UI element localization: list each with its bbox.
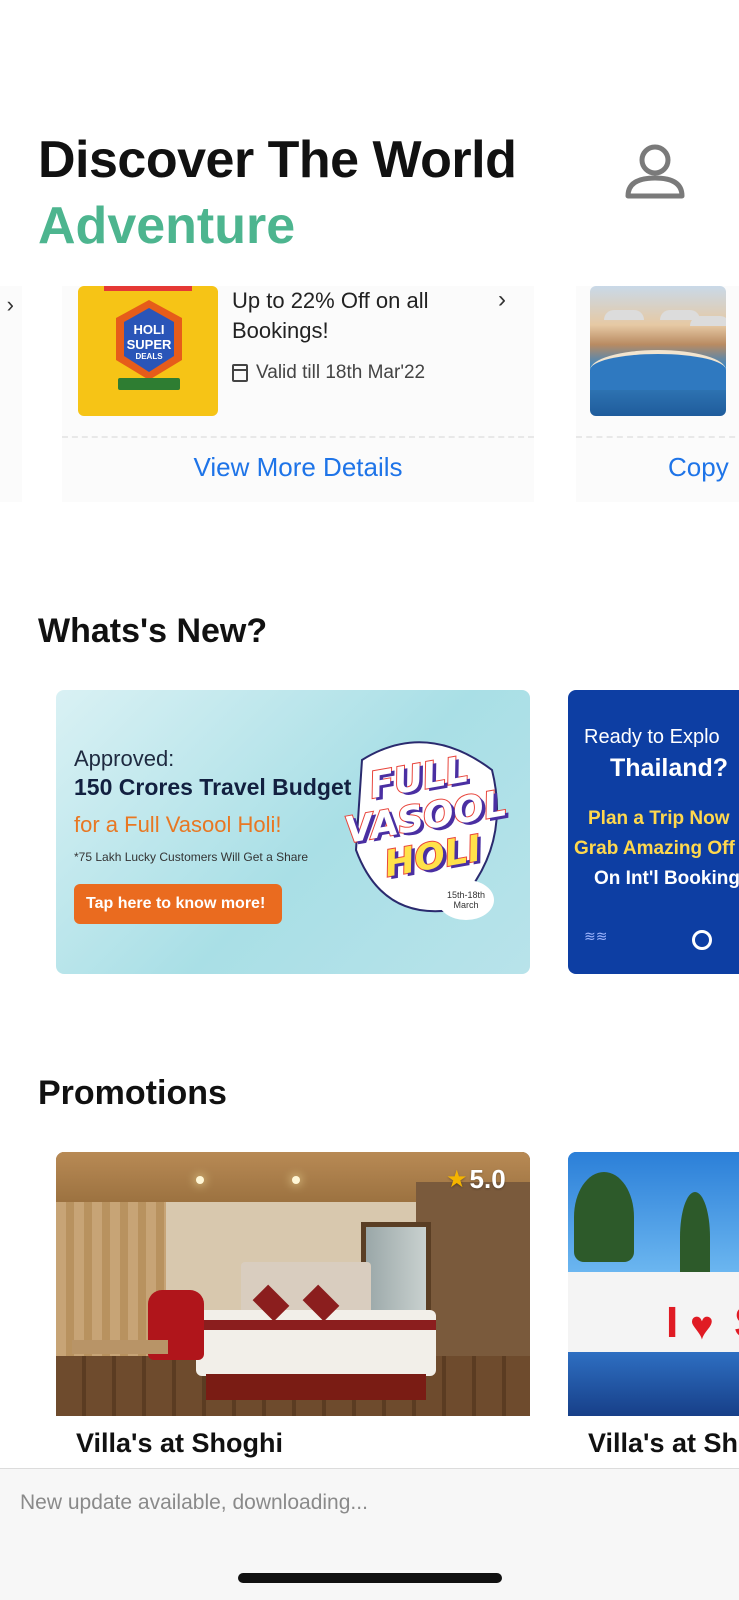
- know-more-button[interactable]: Tap here to know more!: [74, 884, 282, 924]
- promotion-title: Villa's at Sh: [588, 1428, 738, 1458]
- thailand-promo-banner[interactable]: Ready to Explo Thailand? Plan a Trip Now…: [568, 690, 739, 974]
- holi-badge-text: HOLI SUPER DEALS: [126, 322, 172, 361]
- page-title: Discover The World: [38, 131, 517, 189]
- offer-card[interactable]: Copy: [576, 286, 739, 502]
- promotion-image[interactable]: I ♥ S: [568, 1152, 739, 1416]
- promotions-heading: Promotions: [38, 1074, 227, 1112]
- update-status-text: New update available, downloading...: [20, 1491, 368, 1514]
- offer-validity: Valid till 18th Mar'22: [232, 362, 425, 384]
- heart-icon: ♥: [690, 1304, 714, 1348]
- offers-carousel[interactable]: › HOLI SUPER DEALS Up to 22% Off on all …: [0, 286, 739, 512]
- chevron-right-icon[interactable]: ›: [498, 286, 506, 314]
- waves-icon: ≋≋: [584, 928, 608, 944]
- offer-card-previous[interactable]: ›: [0, 286, 22, 502]
- home-indicator[interactable]: [238, 1573, 502, 1583]
- divider: [576, 436, 739, 438]
- divider: [62, 436, 534, 438]
- chevron-right-icon: ›: [6, 292, 14, 317]
- rating-badge: ★ 5.0: [446, 1164, 506, 1194]
- pool-resort-image: [590, 286, 726, 416]
- circle-icon: [692, 930, 712, 950]
- whats-new-heading: Whats's New?: [38, 612, 268, 650]
- calendar-icon: [232, 364, 248, 382]
- offer-card[interactable]: HOLI SUPER DEALS Up to 22% Off on all Bo…: [62, 286, 534, 502]
- copy-code-link[interactable]: Copy: [668, 452, 739, 483]
- holi-promo-banner[interactable]: Approved: 150 Crores Travel Budget for a…: [56, 690, 530, 974]
- view-more-details-link[interactable]: View More Details: [62, 452, 534, 483]
- promotion-title: Villa's at Shoghi: [76, 1428, 283, 1458]
- offer-title: Up to 22% Off on all Bookings!: [232, 288, 429, 343]
- promotion-image[interactable]: ★ 5.0: [56, 1152, 530, 1416]
- full-vasool-holi-logo: FULL VASOOL HOLI 15th-18th March: [341, 730, 511, 926]
- user-icon[interactable]: [622, 138, 688, 204]
- holi-deals-image: HOLI SUPER DEALS: [78, 286, 218, 416]
- page-subtitle: Adventure: [38, 197, 296, 255]
- star-icon: ★: [446, 1166, 468, 1193]
